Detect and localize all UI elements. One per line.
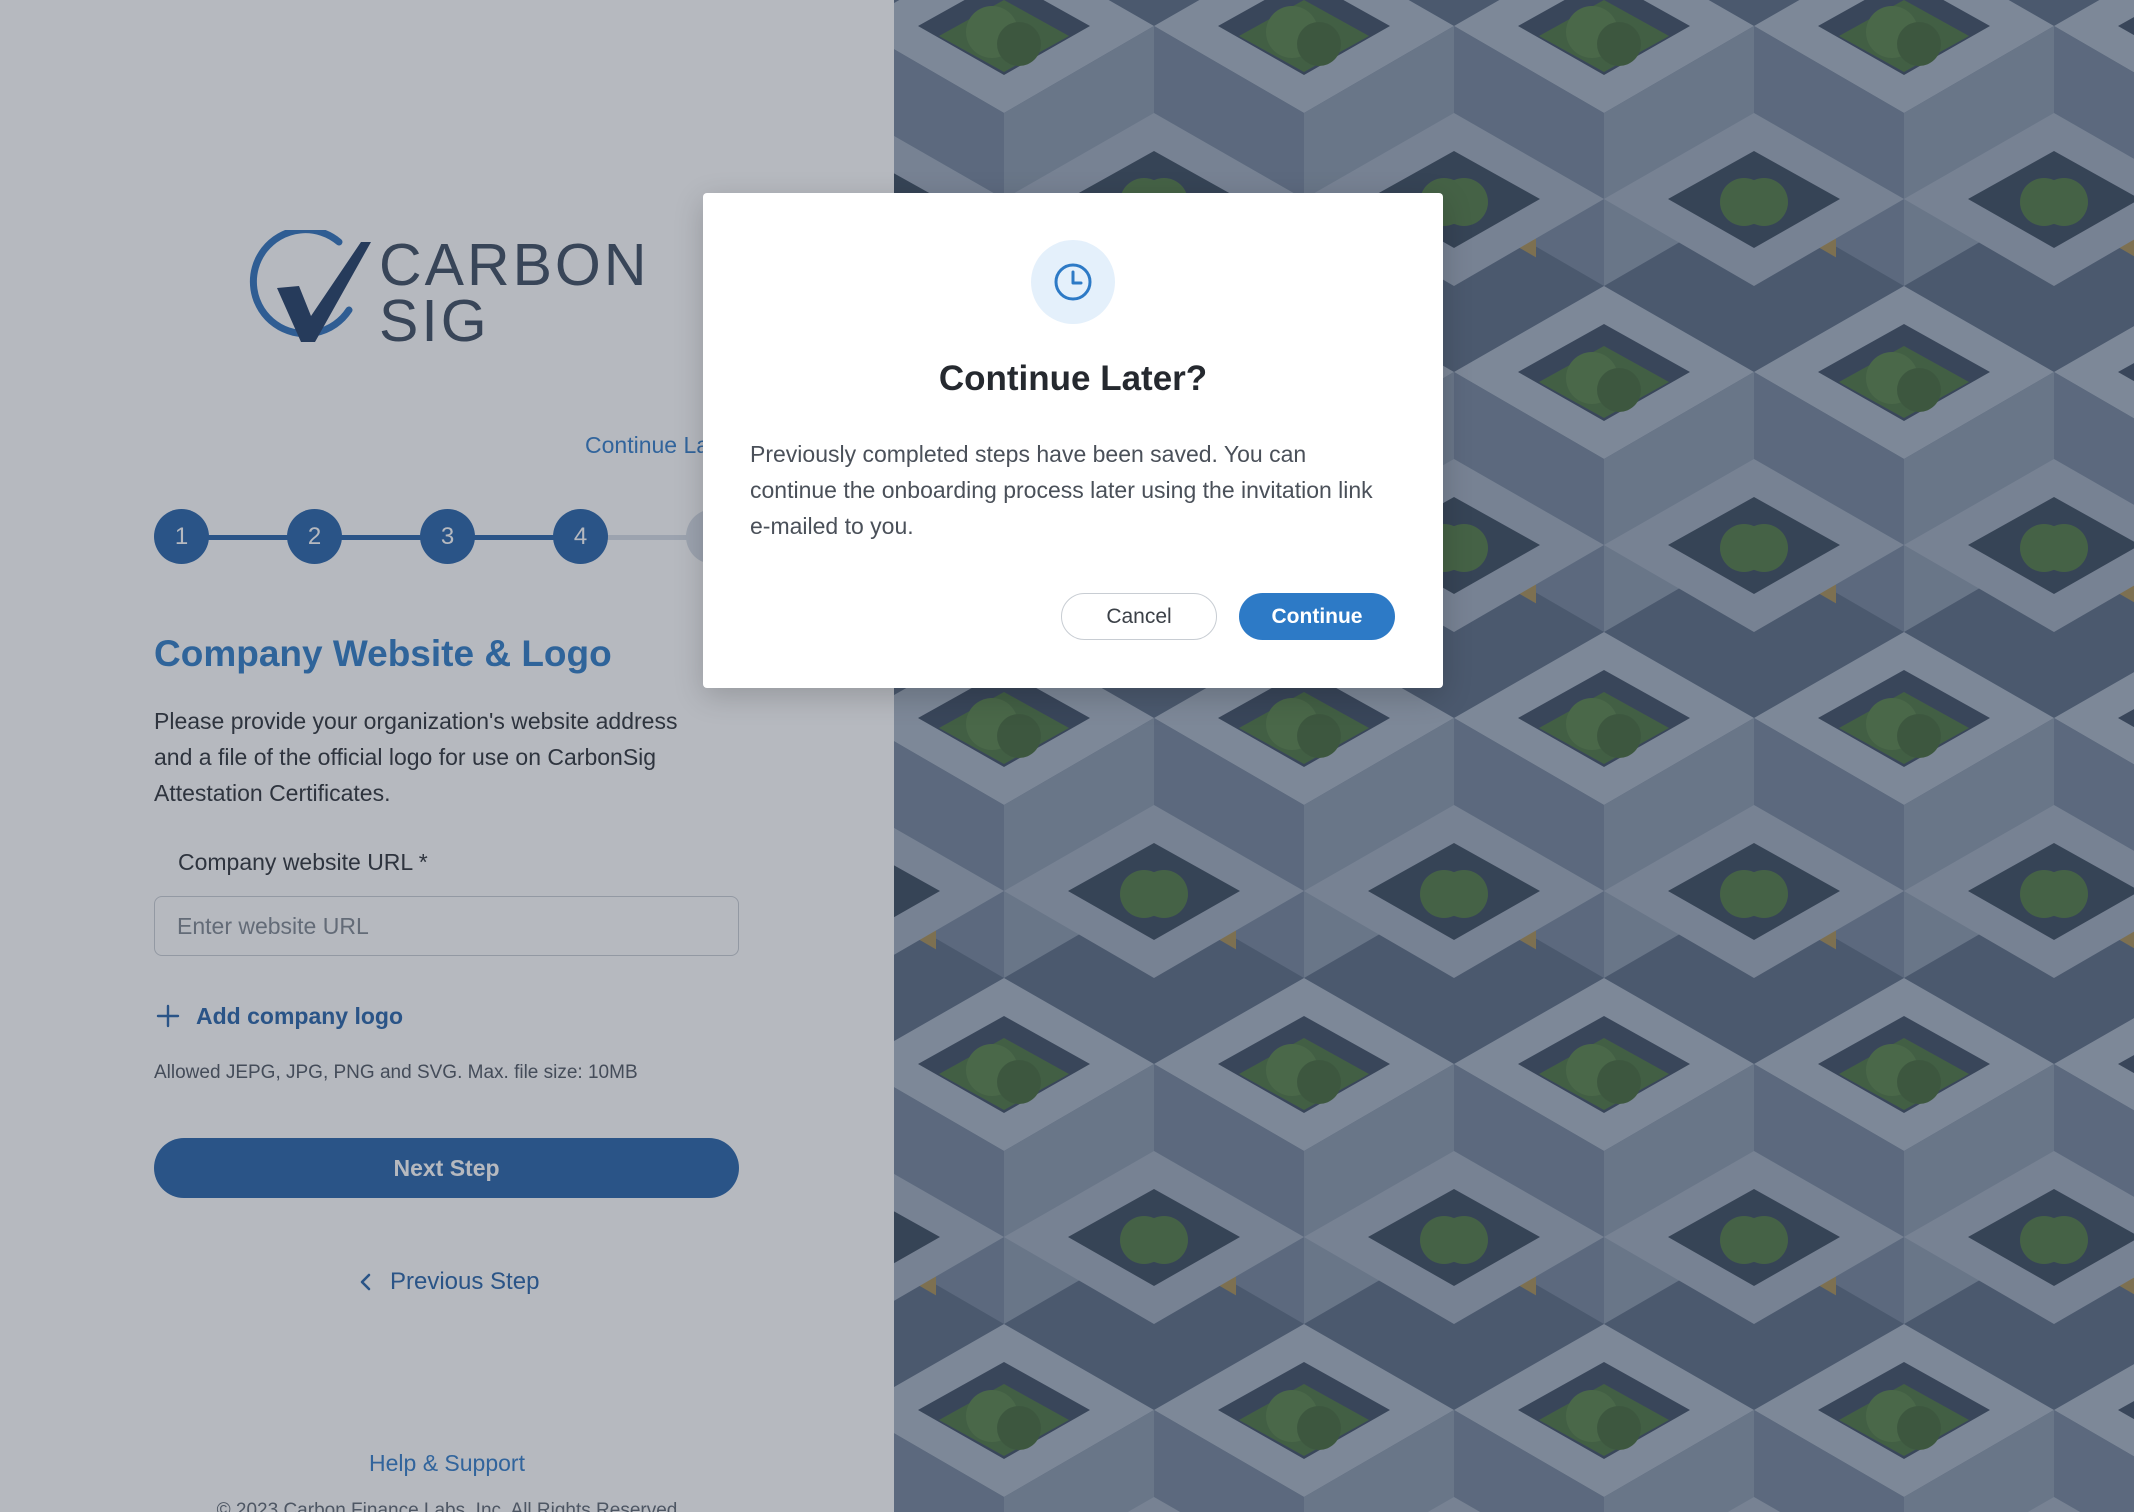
continue-later-dialog: Continue Later? Previously completed ste…: [703, 193, 1443, 688]
clock-icon-badge: [1031, 240, 1115, 324]
dialog-title: Continue Later?: [938, 359, 1208, 398]
clock-icon: [1054, 263, 1092, 301]
continue-button[interactable]: Continue: [1239, 593, 1395, 640]
cancel-button[interactable]: Cancel: [1061, 593, 1217, 640]
dialog-message: Previously completed steps have been sav…: [750, 441, 1373, 539]
